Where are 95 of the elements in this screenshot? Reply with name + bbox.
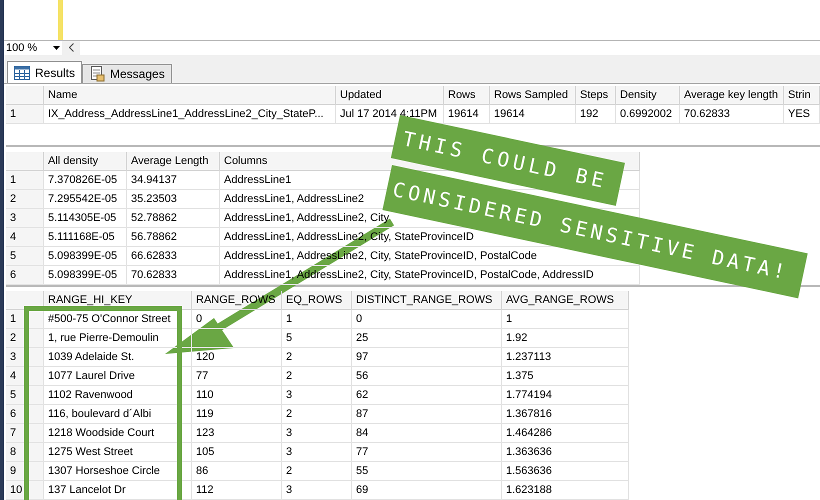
table-cell: 55 xyxy=(352,462,502,481)
column-header[interactable]: Rows Sampled xyxy=(490,86,576,105)
table-cell: 1307 Horseshoe Circle xyxy=(44,462,192,481)
row-header[interactable]: 3 xyxy=(6,209,44,228)
table-cell: #500-75 O'Connor Street xyxy=(44,310,192,329)
column-header[interactable]: EQ_ROWS xyxy=(282,291,352,310)
column-header[interactable]: Density xyxy=(616,86,680,105)
table-cell: 2 xyxy=(282,405,352,424)
table-cell: 1.563636 xyxy=(502,462,629,481)
table-cell: 62 xyxy=(352,386,502,405)
column-header[interactable]: Name xyxy=(44,86,336,105)
caret-icon xyxy=(53,46,60,50)
results-tab[interactable]: Results xyxy=(7,61,82,83)
table-cell: IX_Address_AddressLine1_AddressLine2_City_StateP... xyxy=(44,105,336,124)
results-tab[interactable]: Messages xyxy=(82,64,172,83)
table-cell: 1275 West Street xyxy=(44,443,192,462)
row-header[interactable]: 6 xyxy=(6,266,44,285)
table-cell: 25 xyxy=(352,329,502,348)
table-cell: 192 xyxy=(576,105,616,124)
table-cell: 112 xyxy=(192,481,282,500)
table-cell: 70.62833 xyxy=(127,266,220,285)
table-cell: 56 xyxy=(352,367,502,386)
table-cell: 7.295542E-05 xyxy=(44,190,127,209)
table-cell: 1.623188 xyxy=(502,481,629,500)
table-cell: 137 Lancelot Dr xyxy=(44,481,192,500)
document-icon xyxy=(89,66,106,82)
table-cell: 69 xyxy=(352,481,502,500)
table-cell: 1102 Ravenwood xyxy=(44,386,192,405)
table-cell: 56.78862 xyxy=(127,228,220,247)
column-header[interactable]: Average key length xyxy=(680,86,784,105)
table-cell: 5.098399E-05 xyxy=(44,247,127,266)
table-cell: 19614 xyxy=(444,105,490,124)
table-cell: 1.375 xyxy=(502,367,629,386)
row-header[interactable]: 1 xyxy=(6,105,44,124)
column-header[interactable]: Average Length xyxy=(127,152,220,171)
table-cell: 3 xyxy=(282,424,352,443)
table-cell: 52.78862 xyxy=(127,209,220,228)
table-cell: 1.237113 xyxy=(502,348,629,367)
table-cell: 2 xyxy=(282,462,352,481)
grid-icon xyxy=(14,66,30,80)
table-cell: 87 xyxy=(352,405,502,424)
table-cell: 119 xyxy=(192,405,282,424)
table-cell: 3 xyxy=(282,481,352,500)
row-header[interactable]: 1 xyxy=(6,171,44,190)
table-cell: 5.111168E-05 xyxy=(44,228,127,247)
table-cell: 110 xyxy=(192,386,282,405)
table-cell: 116, boulevard d´Albi xyxy=(44,405,192,424)
change-margin-bar xyxy=(58,0,63,40)
table-cell: 86 xyxy=(192,462,282,481)
table-cell: 2 xyxy=(282,367,352,386)
table-cell: 1.363636 xyxy=(502,443,629,462)
table-cell: 35.23503 xyxy=(127,190,220,209)
table-cell: 123 xyxy=(192,424,282,443)
table-cell: 1 xyxy=(282,310,352,329)
horizontal-scrollbar[interactable] xyxy=(80,40,820,55)
row-header[interactable]: 5 xyxy=(6,247,44,266)
column-header[interactable]: DISTINCT_RANGE_ROWS xyxy=(352,291,502,310)
table-cell: 2 xyxy=(282,348,352,367)
column-header[interactable]: Steps xyxy=(576,86,616,105)
table-cell: 5 xyxy=(282,329,352,348)
table-cell: 3 xyxy=(282,386,352,405)
table-cell: 70.62833 xyxy=(680,105,784,124)
table-cell: 77 xyxy=(192,367,282,386)
table-cell: 7.370826E-05 xyxy=(44,171,127,190)
table-cell: 1.464286 xyxy=(502,424,629,443)
table-cell: 1 xyxy=(502,310,629,329)
table-cell: 5.114305E-05 xyxy=(44,209,127,228)
table-cell: 77 xyxy=(352,443,502,462)
table-cell: 0.6992002 xyxy=(616,105,680,124)
column-header[interactable]: AVG_RANGE_ROWS xyxy=(502,291,629,310)
table-cell: 5.098399E-05 xyxy=(44,266,127,285)
table-cell: 105 xyxy=(192,443,282,462)
table-cell: 1.92 xyxy=(502,329,629,348)
table-cell: 84 xyxy=(352,424,502,443)
table-cell: 1077 Laurel Drive xyxy=(44,367,192,386)
table-cell: 34.94137 xyxy=(127,171,220,190)
table-cell: 66.62833 xyxy=(127,247,220,266)
table-cell: 1.367816 xyxy=(502,405,629,424)
table-cell: 1.774194 xyxy=(502,386,629,405)
column-header[interactable]: RANGE_HI_KEY xyxy=(44,291,192,310)
column-header[interactable]: All density xyxy=(44,152,127,171)
row-header[interactable]: 4 xyxy=(6,228,44,247)
zoom-dropdown[interactable]: 100 % xyxy=(4,40,62,55)
column-header[interactable]: Columns xyxy=(220,152,390,171)
column-header[interactable]: Rows xyxy=(444,86,490,105)
table-cell: 19614 xyxy=(490,105,576,124)
chevron-left-icon xyxy=(68,43,74,52)
table-cell: 97 xyxy=(352,348,502,367)
column-header[interactable]: Strin xyxy=(784,86,820,105)
table-cell: 3 xyxy=(282,443,352,462)
row-header[interactable]: 2 xyxy=(6,190,44,209)
table-cell: YES xyxy=(784,105,820,124)
table-cell: 1218 Woodside Court xyxy=(44,424,192,443)
column-header[interactable]: Updated xyxy=(336,86,444,105)
table-cell: 0 xyxy=(352,310,502,329)
